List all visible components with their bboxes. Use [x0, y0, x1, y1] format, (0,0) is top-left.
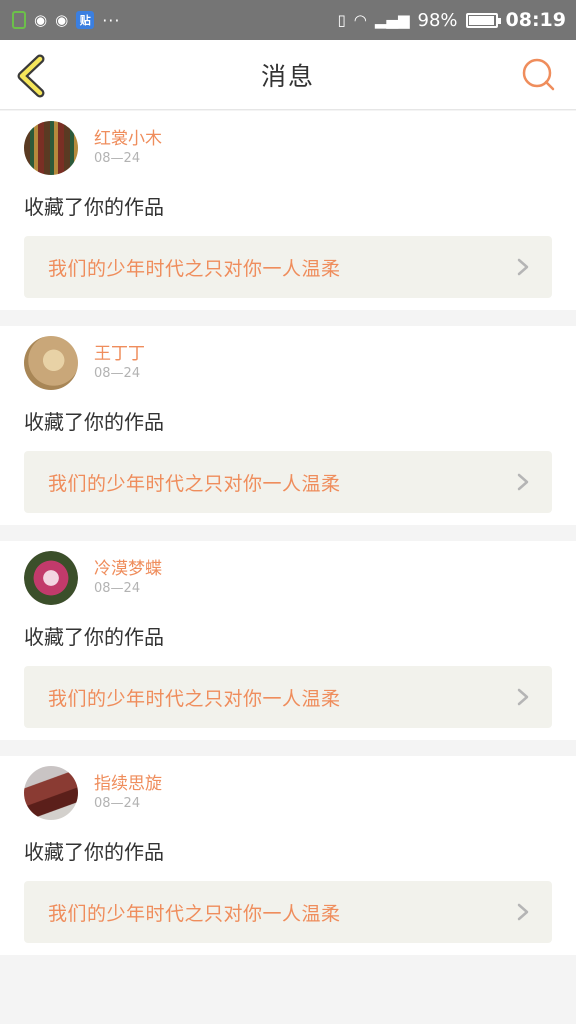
message-list: 红裳小木 08—24 收藏了你的作品 我们的少年时代之只对你一人温柔 王丁丁 0…	[0, 111, 576, 971]
user-name[interactable]: 指续思旋	[94, 773, 162, 795]
work-link[interactable]: 我们的少年时代之只对你一人温柔	[24, 666, 552, 728]
search-button[interactable]	[520, 56, 556, 92]
status-left: ◉ ◉ 贴 ···	[12, 11, 120, 30]
status-bar: ◉ ◉ 贴 ··· ▯ ◠ ▂▄▆ 98% 08:19	[0, 0, 576, 40]
battery-icon	[465, 12, 501, 28]
message-date: 08—24	[94, 366, 141, 381]
work-link[interactable]: 我们的少年时代之只对你一人温柔	[24, 451, 552, 513]
avatar[interactable]	[24, 766, 78, 820]
weibo-icon-2: ◉	[55, 11, 69, 29]
user-name[interactable]: 王丁丁	[94, 343, 145, 365]
status-time: 08:19	[505, 9, 566, 31]
message-card: 红裳小木 08—24 收藏了你的作品 我们的少年时代之只对你一人温柔	[0, 111, 576, 310]
user-name[interactable]: 冷漠梦蝶	[94, 558, 162, 580]
message-card: 指续思旋 08—24 收藏了你的作品 我们的少年时代之只对你一人温柔	[0, 756, 576, 955]
chevron-right-icon	[517, 688, 529, 706]
user-row[interactable]: 王丁丁 08—24	[24, 334, 552, 392]
lock-icon	[12, 11, 26, 29]
message-date: 08—24	[94, 581, 141, 596]
avatar[interactable]	[24, 121, 78, 175]
chevron-right-icon	[517, 258, 529, 276]
work-title: 我们的少年时代之只对你一人温柔	[48, 687, 341, 710]
work-title: 我们的少年时代之只对你一人温柔	[48, 472, 341, 495]
avatar[interactable]	[24, 336, 78, 390]
work-link[interactable]: 我们的少年时代之只对你一人温柔	[24, 236, 552, 298]
user-meta: 红裳小木 08—24	[94, 128, 162, 168]
user-row[interactable]: 冷漠梦蝶 08—24	[24, 549, 552, 607]
more-notifications-icon: ···	[102, 10, 121, 30]
work-title: 我们的少年时代之只对你一人温柔	[48, 257, 341, 280]
action-text: 收藏了你的作品	[24, 625, 164, 649]
search-icon	[522, 58, 555, 91]
chevron-left-icon	[17, 54, 45, 98]
action-text: 收藏了你的作品	[24, 195, 164, 219]
signal-icon: ▂▄▆	[374, 11, 410, 29]
battery-percent: 98%	[417, 9, 458, 31]
user-meta: 指续思旋 08—24	[94, 773, 162, 813]
chevron-right-icon	[517, 903, 529, 921]
message-card: 冷漠梦蝶 08—24 收藏了你的作品 我们的少年时代之只对你一人温柔	[0, 541, 576, 740]
user-row[interactable]: 指续思旋 08—24	[24, 764, 552, 822]
nav-bar: 消息	[0, 40, 576, 110]
page-title: 消息	[260, 61, 315, 91]
work-title: 我们的少年时代之只对你一人温柔	[48, 902, 341, 925]
user-meta: 冷漠梦蝶 08—24	[94, 558, 162, 598]
message-date: 08—24	[94, 151, 141, 166]
status-right: ▯ ◠ ▂▄▆ 98% 08:19	[338, 9, 566, 31]
message-card: 王丁丁 08—24 收藏了你的作品 我们的少年时代之只对你一人温柔	[0, 326, 576, 525]
wifi-icon: ◠	[353, 11, 367, 29]
chevron-right-icon	[517, 473, 529, 491]
weibo-icon: ◉	[34, 11, 48, 29]
action-text: 收藏了你的作品	[24, 410, 164, 434]
avatar[interactable]	[24, 551, 78, 605]
vibrate-icon: ▯	[337, 11, 346, 29]
message-date: 08—24	[94, 796, 141, 811]
action-text: 收藏了你的作品	[24, 840, 164, 864]
user-row[interactable]: 红裳小木 08—24	[24, 119, 552, 177]
back-button[interactable]	[14, 54, 58, 98]
user-meta: 王丁丁 08—24	[94, 343, 145, 383]
tieba-icon: 贴	[76, 11, 95, 29]
work-link[interactable]: 我们的少年时代之只对你一人温柔	[24, 881, 552, 943]
user-name[interactable]: 红裳小木	[94, 128, 162, 150]
